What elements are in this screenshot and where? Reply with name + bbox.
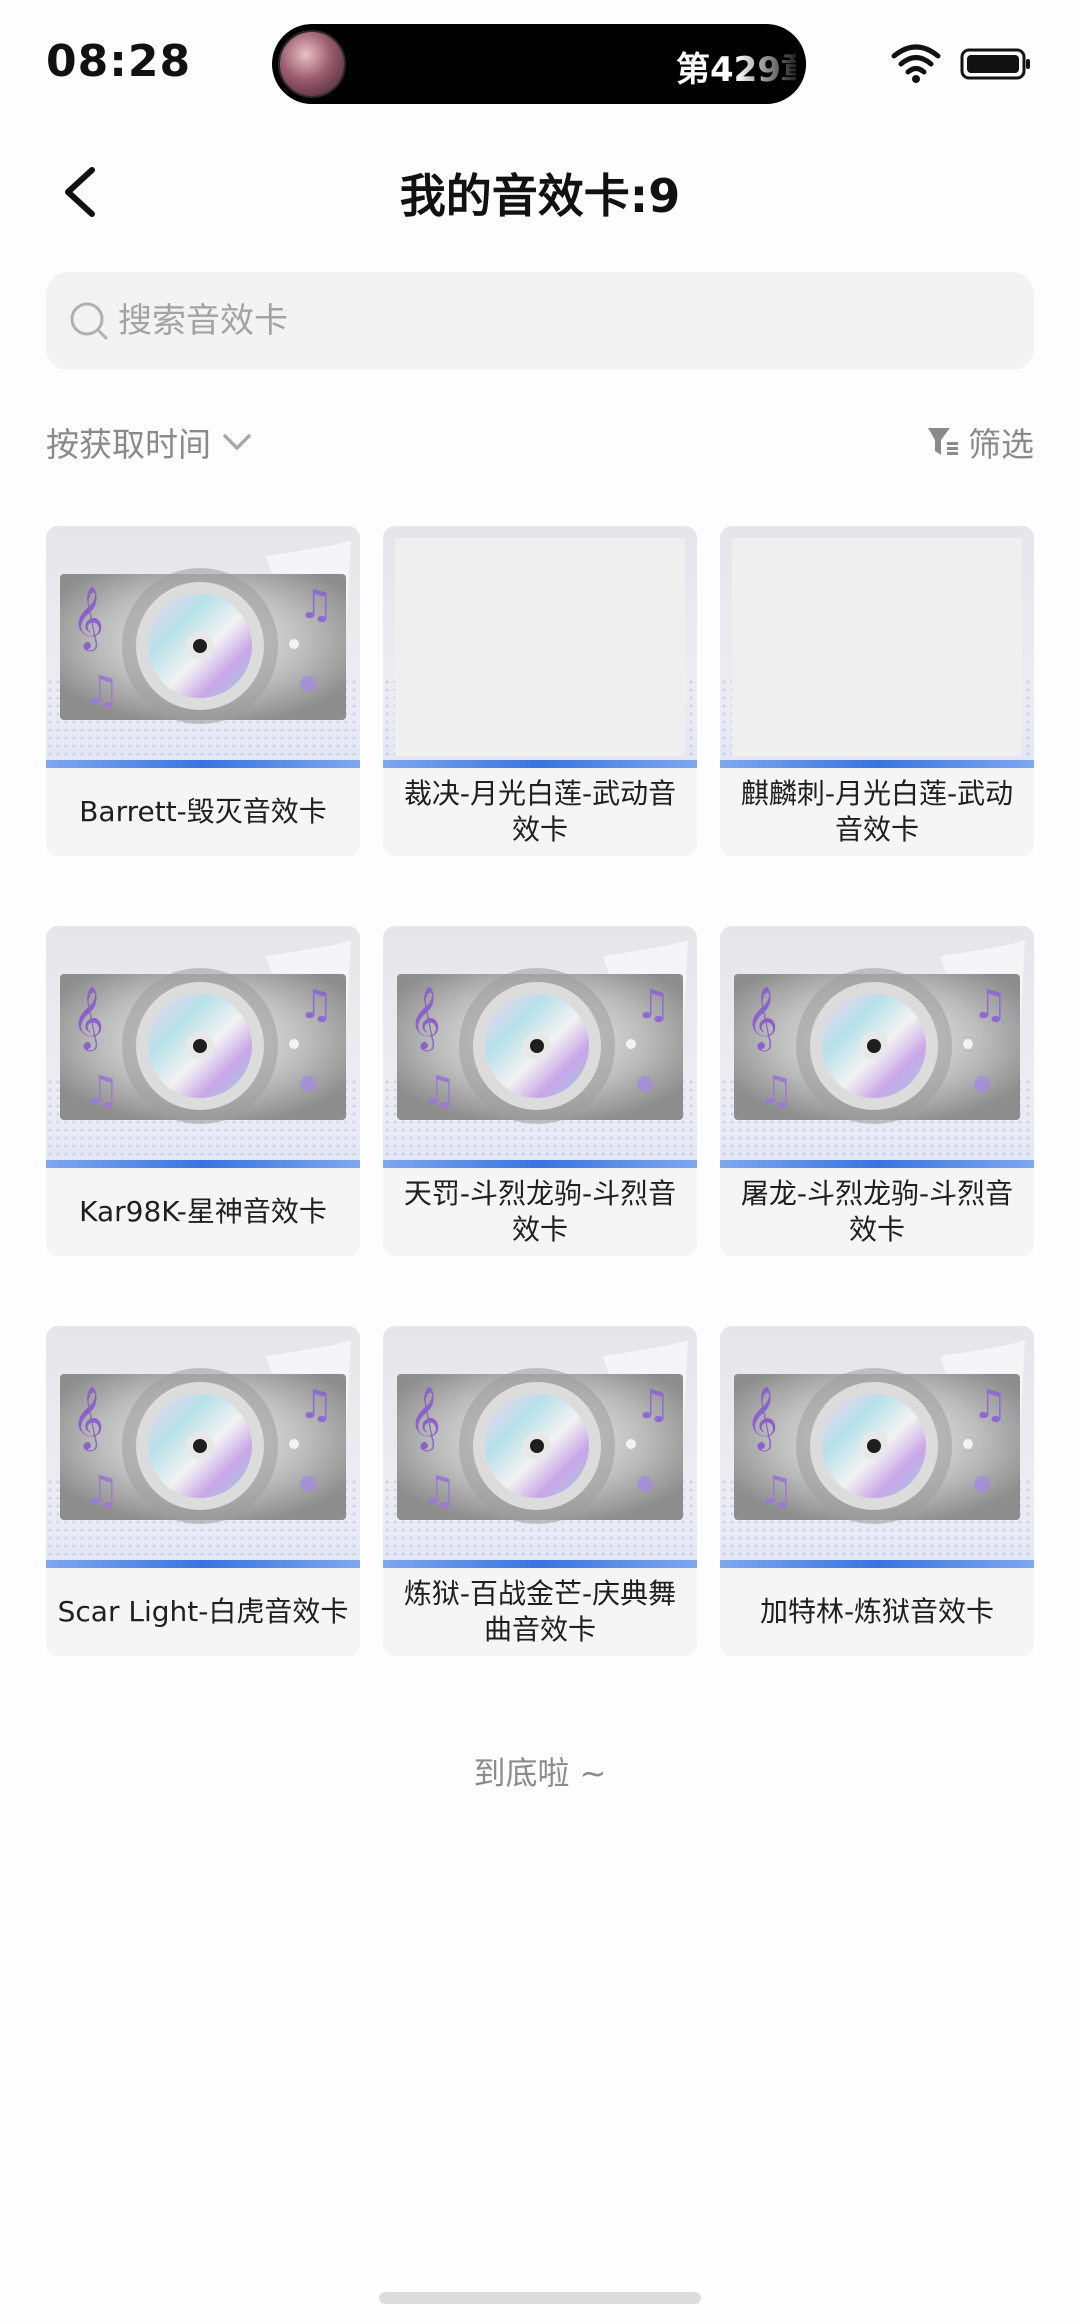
sort-filter-row: 按获取时间 筛选 — [46, 414, 1034, 470]
filter-button[interactable]: 筛选 — [926, 414, 1034, 470]
wifi-icon — [891, 44, 941, 83]
page-title: 我的音效卡:9 — [399, 169, 681, 223]
sound-card-name: 裁决-月光白莲-武动音效卡 — [403, 777, 677, 846]
sound-card[interactable]: 𝄞 ♫ ♫ 天罚-斗烈龙驹-斗烈音效卡 — [383, 926, 697, 1256]
sound-card-thumbnail: 𝄞 ♫ ♫ — [383, 1326, 697, 1568]
sound-card[interactable]: 𝄞 ♫ ♫ 屠龙-斗烈龙驹-斗烈音效卡 — [720, 926, 1034, 1256]
disc-icon: 𝄞 ♫ ♫ — [397, 1340, 688, 1524]
sound-card[interactable]: 𝄞 ♫ ♫ 裁决-月光白莲-武动音效卡 — [383, 526, 697, 856]
sound-card-thumbnail: 𝄞 ♫ ♫ — [383, 926, 697, 1168]
svg-text:♫: ♫ — [972, 1382, 1008, 1428]
svg-text:♫: ♫ — [84, 1068, 120, 1114]
search-box[interactable] — [46, 272, 1034, 370]
dynamic-island[interactable]: 第429章 — [272, 24, 806, 104]
sound-card-thumbnail: 𝄞 ♫ ♫ — [46, 526, 360, 768]
sound-card[interactable]: 𝄞 ♫ ♫ Kar98K-星神音效卡 — [46, 926, 360, 1256]
search-icon — [70, 302, 108, 340]
svg-text:♫: ♫ — [758, 1068, 794, 1114]
chevron-down-icon — [223, 434, 251, 450]
image-placeholder — [395, 538, 685, 756]
sound-card-name: 屠龙-斗烈龙驹-斗烈音效卡 — [740, 1177, 1014, 1246]
sound-card-thumbnail: 𝄞 ♫ ♫ — [46, 926, 360, 1168]
sound-card-thumbnail: 𝄞 ♫ ♫ — [720, 1326, 1034, 1568]
svg-text:𝄞: 𝄞 — [72, 986, 104, 1052]
svg-text:♫: ♫ — [421, 1468, 457, 1514]
sort-dropdown[interactable]: 按获取时间 — [46, 414, 255, 470]
sort-label: 按获取时间 — [46, 425, 211, 464]
sound-card-name: Scar Light-白虎音效卡 — [57, 1595, 349, 1628]
card-accent-stripe — [720, 1560, 1034, 1568]
card-accent-stripe — [46, 1160, 360, 1168]
card-accent-stripe — [720, 1160, 1034, 1168]
header: 我的音效卡:9 — [0, 148, 1080, 238]
sound-card-name: Kar98K-星神音效卡 — [79, 1195, 327, 1228]
disc-icon: 𝄞 ♫ ♫ — [60, 540, 351, 724]
battery-icon — [960, 48, 1030, 80]
filter-icon — [928, 428, 958, 455]
svg-text:♫: ♫ — [298, 982, 334, 1028]
sound-card-name: Barrett-毁灭音效卡 — [79, 795, 327, 828]
svg-text:𝄞: 𝄞 — [72, 586, 104, 652]
sound-card-name: 麒麟刺-月光白莲-武动音效卡 — [740, 777, 1014, 846]
sound-card-thumbnail: 𝄞 ♫ ♫ — [46, 1326, 360, 1568]
svg-text:♫: ♫ — [298, 1382, 334, 1428]
status-time: 08:28 — [46, 36, 192, 87]
sound-card-name: 天罚-斗烈龙驹-斗烈音效卡 — [403, 1177, 677, 1246]
card-accent-stripe — [383, 1560, 697, 1568]
svg-text:♫: ♫ — [84, 1468, 120, 1514]
search-input[interactable] — [118, 272, 998, 370]
filter-label: 筛选 — [968, 425, 1034, 464]
sound-card-name: 炼狱-百战金芒-庆典舞曲音效卡 — [403, 1577, 677, 1646]
svg-text:♫: ♫ — [972, 982, 1008, 1028]
card-accent-stripe — [46, 1560, 360, 1568]
disc-icon: 𝄞 ♫ ♫ — [734, 940, 1025, 1124]
disc-icon: 𝄞 ♫ ♫ — [397, 940, 688, 1124]
svg-text:𝄞: 𝄞 — [746, 1386, 778, 1452]
card-accent-stripe — [46, 760, 360, 768]
sound-card-thumbnail: 𝄞 ♫ ♫ — [720, 926, 1034, 1168]
svg-text:♫: ♫ — [635, 982, 671, 1028]
svg-text:𝄞: 𝄞 — [409, 1386, 441, 1452]
island-album-art — [278, 30, 346, 98]
svg-text:𝄞: 𝄞 — [746, 986, 778, 1052]
svg-text:𝄞: 𝄞 — [409, 986, 441, 1052]
status-bar: 08:28 第429章 — [0, 0, 1080, 120]
sound-card-thumbnail: 𝄞 ♫ ♫ — [383, 526, 697, 768]
sound-card[interactable]: 𝄞 ♫ ♫ 炼狱-百战金芒-庆典舞曲音效卡 — [383, 1326, 697, 1656]
end-of-list-text: 到底啦 ~ — [473, 1754, 607, 1792]
svg-text:𝄞: 𝄞 — [72, 1386, 104, 1452]
sound-card[interactable]: 𝄞 ♫ ♫ Barrett-毁灭音效卡 — [46, 526, 360, 856]
home-indicator[interactable] — [379, 2292, 701, 2304]
disc-icon: 𝄞 ♫ ♫ — [60, 940, 351, 1124]
sound-card-thumbnail: 𝄞 ♫ ♫ — [720, 526, 1034, 768]
image-placeholder — [732, 538, 1022, 756]
card-accent-stripe — [383, 1160, 697, 1168]
svg-text:♫: ♫ — [758, 1468, 794, 1514]
svg-text:♫: ♫ — [84, 668, 120, 714]
card-accent-stripe — [383, 760, 697, 768]
sound-card[interactable]: 𝄞 ♫ ♫ Scar Light-白虎音效卡 — [46, 1326, 360, 1656]
island-fade — [736, 24, 806, 104]
sound-card[interactable]: 𝄞 ♫ ♫ 麒麟刺-月光白莲-武动音效卡 — [720, 526, 1034, 856]
svg-text:♫: ♫ — [298, 582, 334, 628]
disc-icon: 𝄞 ♫ ♫ — [734, 1340, 1025, 1524]
svg-text:♫: ♫ — [635, 1382, 671, 1428]
card-accent-stripe — [720, 760, 1034, 768]
sound-card-name: 加特林-炼狱音效卡 — [759, 1595, 995, 1628]
sound-card-grid: 𝄞 ♫ ♫ Barrett-毁灭音效卡 裁决-月光白莲-武动音效卡 麒麟刺-月光… — [46, 526, 1034, 1656]
sound-card[interactable]: 𝄞 ♫ ♫ 加特林-炼狱音效卡 — [720, 1326, 1034, 1656]
svg-text:♫: ♫ — [421, 1068, 457, 1114]
disc-icon: 𝄞 ♫ ♫ — [60, 1340, 351, 1524]
status-icons — [888, 40, 1038, 90]
